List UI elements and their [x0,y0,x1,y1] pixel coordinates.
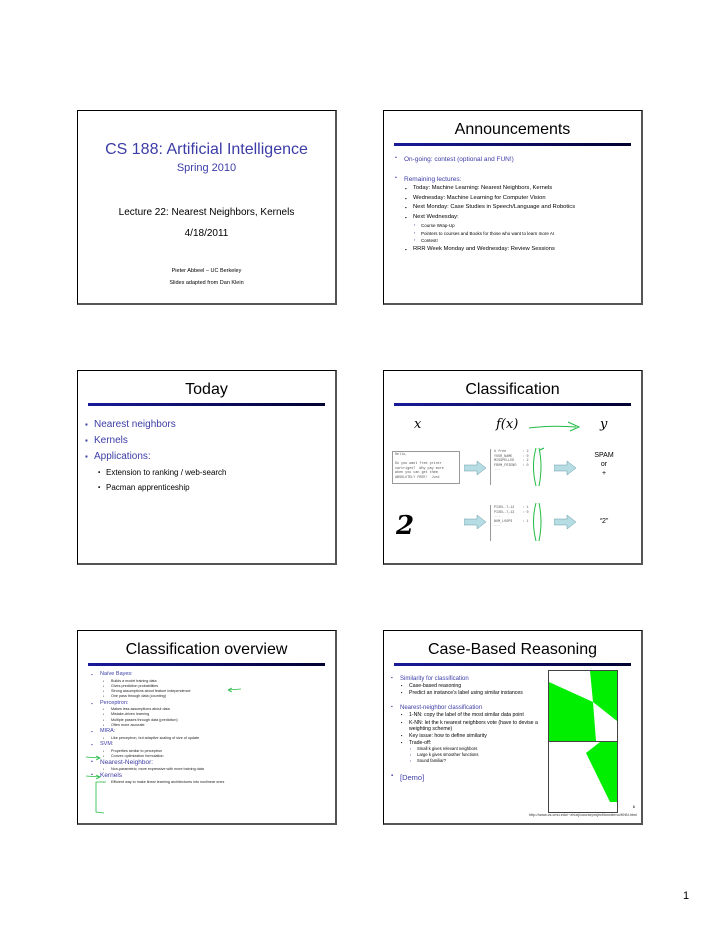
list-item: Next Monday: Case Studies in Speech/Lang… [405,203,633,213]
list-item: Next Wednesday: Course Wrap-Up Pointers … [405,213,633,245]
list-item: Nearest neighbors [85,417,327,433]
lecture-date: 4/18/2011 [184,228,229,239]
course-title: CS 188: Artificial Intelligence [105,141,308,158]
list-item: On-going: contest (optional and FUN!) [395,155,633,164]
list-item: Today: Machine Learning: Nearest Neighbo… [405,184,633,194]
feature-line: ... [494,524,501,528]
list-item: Pacman apprenticeship [98,480,327,495]
header-x: x [414,417,422,432]
slide-today: Today Nearest neighbors Kernels Applicat… [77,370,337,565]
arrow-icon [554,461,576,475]
slide-heading: Classification [465,381,560,398]
list-item: Similarity for classification Case-based… [391,675,550,697]
title-rule [88,403,325,406]
arrow-icon [464,515,486,529]
list-item: Nearest-Neighbor:Non-parametric; more ex… [91,759,331,772]
lecture-title: Lecture 22: Nearest Neighbors, Kernels [118,207,295,218]
email-output: SPAM or + [594,452,614,477]
header-fx: f(x) [496,417,519,432]
demo-link[interactable]: [Demo] [391,773,550,782]
list-item: SVM:Properties similar to perceptronConv… [91,741,331,759]
overview-list: Naïve Bayes:Builds a model training data… [91,671,331,786]
knn-plot-1nn [548,670,618,742]
slide-case-based-reasoning: Case-Based Reasoning Similarity for clas… [383,630,643,825]
slide-number: 6 [632,804,635,809]
header-y: y [600,417,608,432]
title-rule [394,663,631,666]
slide-heading: Today [185,381,228,398]
list-item: Remaining lectures: Today: Machine Learn… [395,175,633,255]
slide-heading: Announcements [454,121,571,138]
list-item: Nearest-neighbor classification 1-NN: co… [391,704,550,764]
title-rule [394,403,631,406]
feature-line: ... [494,468,501,472]
announcement-list: On-going: contest (optional and FUN!) Re… [395,155,633,265]
green-arrow-annotation [528,421,581,432]
list-item: Pointers to courses and Books for those … [414,230,633,238]
list-item: Applications: Extension to ranking / web… [85,449,327,495]
digit-output: “2” [599,518,609,525]
credit: Slides adapted from Dan Klein [169,280,244,286]
list-item: Trade-off: Small k gives relevant neighb… [401,740,550,764]
list-item: K-NN: let the k nearest neighbors vote (… [401,720,550,732]
list-item: Sound familiar? [410,758,550,764]
arrow-icon [554,515,576,529]
list-item: Naïve Bayes:Builds a model training data… [91,671,331,700]
handwritten-digit: 2 [396,511,415,541]
page-number: 1 [683,890,690,902]
list-item: Course Wrap-Up [414,222,633,230]
slide-classification: Classification x f(x) y Hello, Do you wa… [383,370,643,565]
slide-classification-overview: Classification overview Naïve Bayes:Buil… [77,630,337,825]
slide-heading: Case-Based Reasoning [428,641,597,658]
slide-heading: Classification overview [125,641,288,658]
list-item: Case-based reasoning [401,683,550,689]
author: Pieter Abbeel – UC Berkeley [171,268,242,274]
list-item: Contest! [414,237,633,245]
list-item: Efficient way to make linear learning ar… [103,780,331,786]
list-item: KernelsEfficient way to make linear lear… [91,772,331,786]
list-item: Predict an instance’s label using simila… [401,690,550,696]
slide-title: CS 188: Artificial Intelligence Spring 2… [77,110,337,305]
list-item: Extension to ranking / web-search [98,465,327,480]
list-item: 1-NN: copy the label of the most similar… [401,712,550,718]
email-example: Hello, Do you want free printr cartriges?… [392,451,460,484]
arrow-icon [464,461,486,475]
green-bracket-annotation [533,502,542,542]
email-line: ABSOLUTELY FREE! Just [395,475,440,480]
list-item: MIRA:Like perceptron, but adaptive scali… [91,728,331,741]
slide-announcements: Announcements On-going: contest (optiona… [383,110,643,305]
green-bracket-annotation [533,447,545,487]
list-item: Perceptron:Makes less assumptions about … [91,700,331,729]
knn-plot-knn [548,741,618,813]
list-item: Kernels [85,433,327,449]
cbr-list: Similarity for classification Case-based… [391,675,550,782]
list-item: RRR Week Monday and Wednesday: Review Se… [405,245,633,255]
course-term: Spring 2010 [176,162,237,174]
list-item: Wednesday: Machine Learning for Computer… [405,194,633,204]
source-url[interactable]: http://www.cs.cmu.edu/~zhuxj/courseproje… [529,813,637,817]
feature-line: # free : 2 [494,450,529,454]
topic-list: Nearest neighbors Kernels Applications: … [85,417,327,495]
title-rule [394,143,631,146]
title-rule [88,663,325,666]
list-item: Key issue: how to define similarity [401,733,550,739]
